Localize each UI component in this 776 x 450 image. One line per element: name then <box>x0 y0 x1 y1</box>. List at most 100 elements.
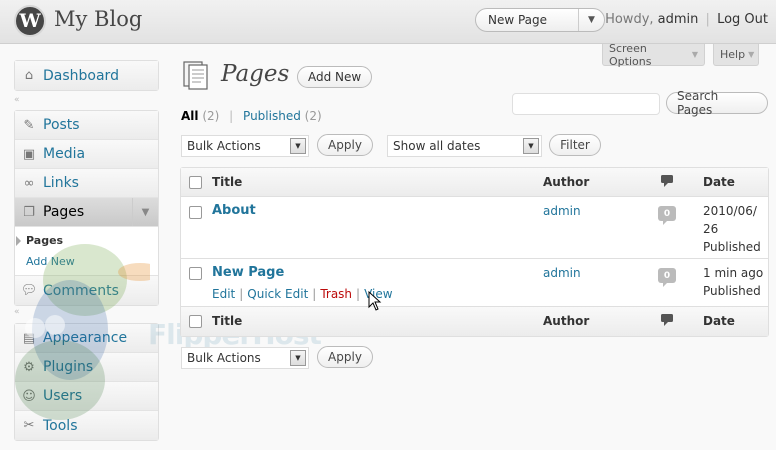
favorite-action-label[interactable]: New Page <box>476 13 578 27</box>
chevron-down-icon: ▼ <box>748 50 755 59</box>
site-title[interactable]: My Blog <box>54 7 142 31</box>
menu-item-label: Dashboard <box>43 67 119 84</box>
column-footer-date[interactable]: Date <box>703 314 735 328</box>
howdy-text: Howdy, <box>605 12 654 27</box>
add-new-button[interactable]: Add New <box>297 66 373 88</box>
column-footer-title[interactable]: Title <box>212 314 242 328</box>
table-row: About admin 0 2010/06/ 26 Published <box>181 197 768 259</box>
chevron-down-icon: ▼ <box>691 50 698 59</box>
edit-link[interactable]: Edit <box>212 287 235 301</box>
screen-options-label: Screen Options <box>609 41 652 68</box>
menu-separator[interactable]: « <box>14 307 19 317</box>
date-text: 1 min ago <box>703 266 764 280</box>
select-all-checkbox[interactable] <box>189 315 202 328</box>
chevron-down-icon[interactable]: ▼ <box>290 138 306 154</box>
mouse-pointer-icon <box>368 291 382 311</box>
plugin-icon: ⚙ <box>23 359 35 375</box>
menu-separator[interactable]: « <box>14 95 19 105</box>
help-tab[interactable]: Help ▼ <box>713 44 759 66</box>
menu-item-links[interactable]: ∞ Links <box>15 169 158 198</box>
table-header-row: Title Author Date <box>181 168 768 197</box>
menu-item-label: Pages <box>43 204 85 220</box>
menu-item-label: Plugins <box>43 359 94 375</box>
username-link[interactable]: admin <box>658 12 699 27</box>
date-cell: 1 min ago Published <box>703 264 763 300</box>
comment-count-badge[interactable]: 0 <box>658 268 676 287</box>
appearance-icon: ▤ <box>22 330 36 346</box>
bulk-actions-select-bottom[interactable]: Bulk Actions ▼ <box>181 347 309 369</box>
submenu-item-pages[interactable]: Pages <box>15 230 158 251</box>
author-link[interactable]: admin <box>543 266 581 280</box>
filter-published-count: (2) <box>304 109 322 123</box>
home-icon: ⌂ <box>24 68 34 83</box>
dates-filter-value: Show all dates <box>393 139 481 153</box>
menu-item-users[interactable]: ☺ Users <box>15 382 158 411</box>
page-title: Pages <box>221 61 290 87</box>
chevron-down-icon[interactable]: ▼ <box>578 9 604 31</box>
menu-item-media[interactable]: ▣ Media <box>15 140 158 169</box>
help-label: Help <box>720 48 746 61</box>
filter-button[interactable]: Filter <box>549 134 601 156</box>
column-header-date[interactable]: Date <box>703 175 735 189</box>
menu-item-posts[interactable]: ✎ Posts <box>15 111 158 140</box>
apply-button-bottom[interactable]: Apply <box>317 346 373 368</box>
filter-all-link[interactable]: All <box>181 109 199 123</box>
menu-item-plugins[interactable]: ⚙ Plugins <box>15 353 158 382</box>
filter-published-link[interactable]: Published <box>243 109 301 123</box>
page-title-link[interactable]: About <box>212 203 256 218</box>
menu-group-content: ✎ Posts ▣ Media ∞ Links ❐ Pages ▼ Pages … <box>14 110 159 306</box>
menu-group-settings: ▤ Appearance ⚙ Plugins ☺ Users ✂ Tools <box>14 323 159 441</box>
table-row: New Page admin 0 1 min ago Published Edi… <box>181 259 768 307</box>
link-icon: ∞ <box>23 175 35 191</box>
menu-item-dashboard[interactable]: ⌂ Dashboard <box>15 61 158 90</box>
pages-table: Title Author Date About admin 0 2010/06/… <box>180 167 769 337</box>
column-header-title[interactable]: Title <box>212 175 242 189</box>
menu-item-tools[interactable]: ✂ Tools <box>15 411 158 440</box>
row-actions: Edit | Quick Edit | Trash | View <box>212 287 393 301</box>
quick-edit-link[interactable]: Quick Edit <box>247 287 308 301</box>
menu-item-label: Appearance <box>43 330 128 346</box>
menu-item-label: Users <box>43 388 83 404</box>
tools-icon: ✂ <box>23 418 35 433</box>
submenu-item-add-new[interactable]: Add New <box>15 251 158 272</box>
bulk-actions-value: Bulk Actions <box>187 351 261 365</box>
row-checkbox[interactable] <box>189 206 202 219</box>
bulk-actions-value: Bulk Actions <box>187 139 261 153</box>
wordpress-logo-icon: W <box>14 5 46 37</box>
date-cell: 2010/06/ 26 Published <box>703 202 761 256</box>
menu-item-label: Tools <box>43 417 78 434</box>
column-footer-author: Author <box>543 314 590 328</box>
page-title-link[interactable]: New Page <box>212 265 284 280</box>
page-icon: ❐ <box>23 204 35 220</box>
menu-item-comments[interactable]: 💬︎ Comments <box>15 276 158 305</box>
logout-link[interactable]: Log Out <box>717 12 768 27</box>
bulk-actions-select-top[interactable]: Bulk Actions ▼ <box>181 135 309 157</box>
pages-submenu: Pages Add New <box>15 227 158 276</box>
status-filter-links: All (2) | Published (2) <box>181 109 322 123</box>
admin-header: W My Blog New Page ▼ Howdy, admin | Log … <box>0 0 776 44</box>
chevron-down-icon[interactable]: ▼ <box>523 138 539 154</box>
menu-item-appearance[interactable]: ▤ Appearance <box>15 324 158 353</box>
row-checkbox[interactable] <box>189 267 202 280</box>
filter-all-count: (2) <box>202 109 220 123</box>
users-icon: ☺ <box>22 388 36 404</box>
search-input[interactable] <box>512 93 660 115</box>
author-link[interactable]: admin <box>543 204 581 218</box>
menu-group-dashboard: ⌂ Dashboard <box>14 60 159 91</box>
comment-count-badge[interactable]: 0 <box>658 206 676 225</box>
search-pages-button[interactable]: Search Pages <box>666 89 768 117</box>
column-header-author: Author <box>543 175 590 189</box>
date-text: 26 <box>703 222 719 236</box>
submenu-toggle-icon[interactable]: ▼ <box>132 198 158 226</box>
dates-filter-select[interactable]: Show all dates ▼ <box>387 135 542 157</box>
favorite-actions-dropdown[interactable]: New Page ▼ <box>475 8 605 32</box>
user-info: Howdy, admin | Log Out <box>605 12 768 27</box>
trash-link[interactable]: Trash <box>320 287 352 301</box>
apply-button-top[interactable]: Apply <box>317 134 373 156</box>
select-all-checkbox[interactable] <box>189 176 202 189</box>
menu-item-pages[interactable]: ❐ Pages ▼ <box>15 198 158 227</box>
comments-column-icon <box>661 314 673 326</box>
chevron-down-icon[interactable]: ▼ <box>290 350 306 366</box>
screen-options-tab[interactable]: Screen Options ▼ <box>602 41 705 68</box>
pages-heading-icon <box>183 61 208 90</box>
